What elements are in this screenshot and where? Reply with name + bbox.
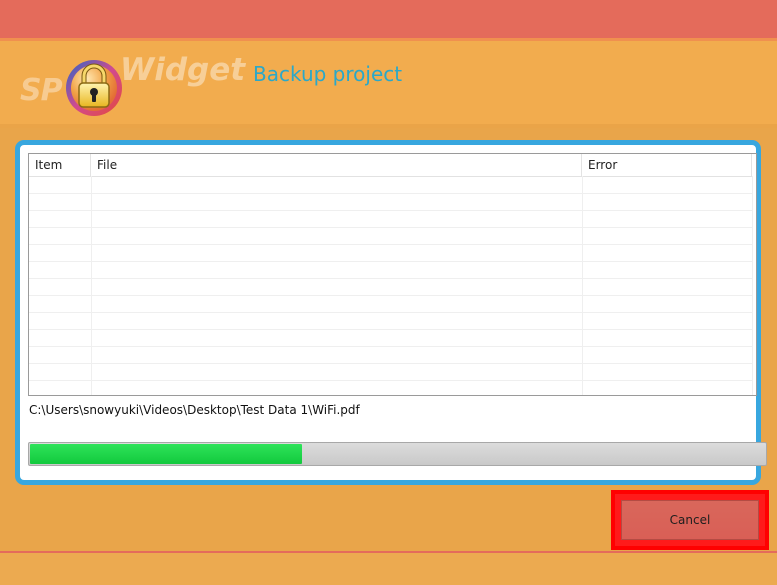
table-row xyxy=(29,262,752,279)
table-row xyxy=(29,330,752,347)
table-row xyxy=(29,364,752,381)
backup-panel: Item File Error C:\Users\snowyuki\Videos… xyxy=(15,140,767,485)
app-logo: SP Widget xyxy=(20,48,250,118)
progress-bar xyxy=(28,442,767,466)
cancel-button[interactable]: Cancel xyxy=(621,500,759,540)
logo-text-widget: Widget xyxy=(120,52,246,88)
footer-bar xyxy=(0,553,777,585)
logo-text-sp: SP xyxy=(20,73,63,108)
table-row xyxy=(29,313,752,330)
table-row xyxy=(29,279,752,296)
progress-fill xyxy=(30,444,302,464)
column-header-error[interactable]: Error xyxy=(582,154,752,176)
current-file-path: C:\Users\snowyuki\Videos\Desktop\Test Da… xyxy=(29,403,360,417)
lock-icon xyxy=(66,60,122,116)
table-row xyxy=(29,177,752,194)
cancel-highlight: Cancel xyxy=(611,490,769,550)
column-divider xyxy=(752,176,753,395)
column-header-filler xyxy=(752,154,756,176)
window-top-bar xyxy=(0,0,777,40)
table-row xyxy=(29,347,752,364)
column-header-item[interactable]: Item xyxy=(29,154,91,176)
table-header: Item File Error xyxy=(29,154,752,177)
table-row xyxy=(29,211,752,228)
table-row xyxy=(29,194,752,211)
table-row xyxy=(29,228,752,245)
header-divider xyxy=(0,124,777,128)
column-header-file[interactable]: File xyxy=(91,154,582,176)
page-title: Backup project xyxy=(253,62,403,86)
table-row xyxy=(29,245,752,262)
table-row xyxy=(29,296,752,313)
file-table[interactable]: Item File Error xyxy=(28,153,757,396)
